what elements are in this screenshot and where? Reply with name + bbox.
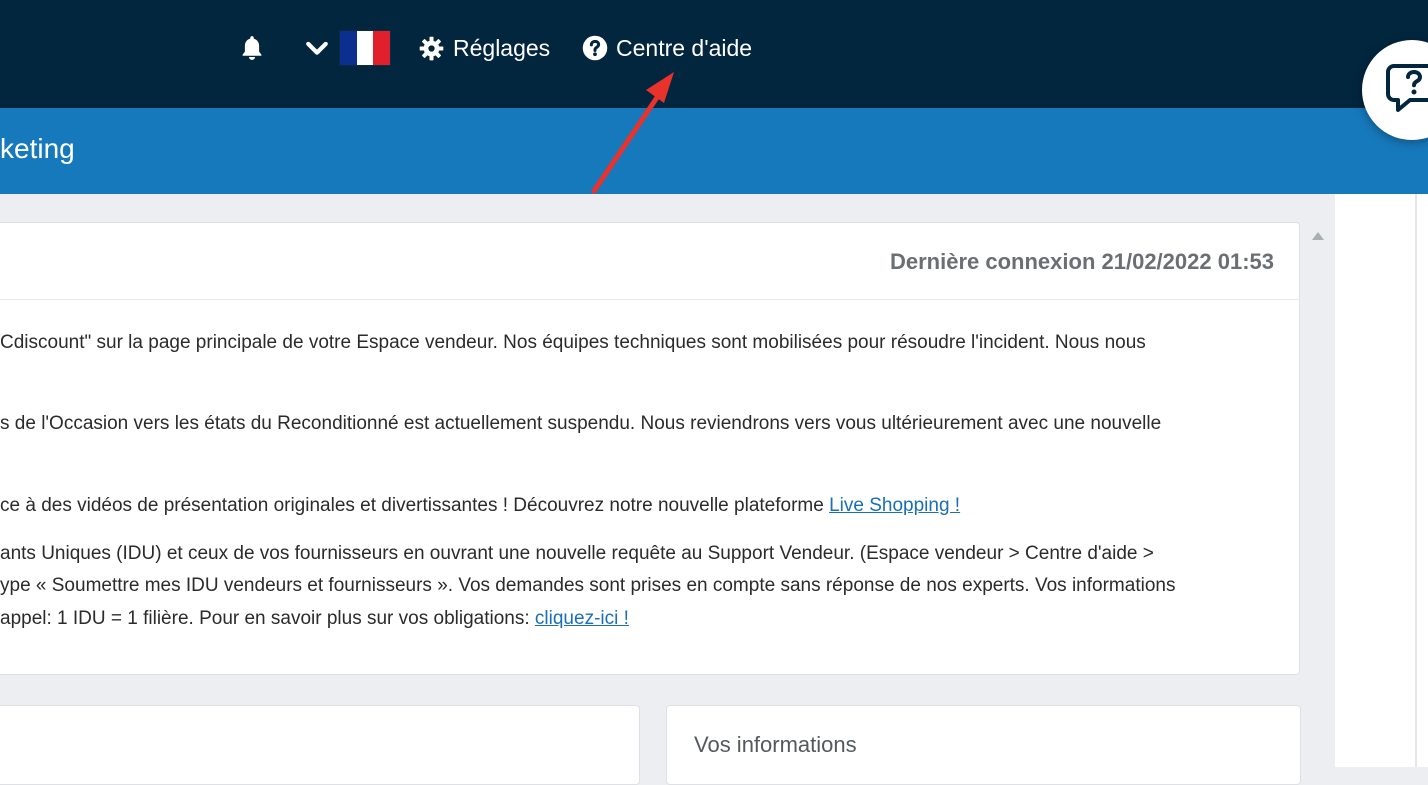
your-information-title: Vos informations: [694, 732, 857, 757]
chat-question-icon: [1386, 64, 1428, 112]
announcement-text: Cdiscount" sur la page principale de vot…: [0, 332, 1146, 353]
scroll-up-arrow[interactable]: [1312, 232, 1324, 240]
last-login-text: Dernière connexion 21/02/2022 01:53: [890, 249, 1274, 274]
help-center-label: Centre d'aide: [616, 34, 753, 61]
flag-stripe-white: [356, 31, 374, 65]
scrollbar-track[interactable]: [1305, 222, 1333, 767]
question-circle-icon: [582, 35, 608, 61]
chevron-down-icon: [306, 41, 328, 55]
account-dropdown-button[interactable]: [303, 30, 331, 66]
right-sidebar-divider: [1415, 194, 1417, 767]
bell-icon: [242, 36, 262, 60]
obligations-link[interactable]: cliquez-ici !: [535, 608, 629, 629]
section-title: keting: [0, 133, 75, 164]
settings-link[interactable]: Réglages: [418, 30, 550, 66]
gear-icon: [419, 36, 444, 60]
flag-stripe-red: [373, 31, 391, 65]
announcement-text-part: appel: 1 IDU = 1 filière. Pour en savoir…: [0, 608, 535, 629]
announcement-text: ants Uniques (IDU) et ceux de vos fourni…: [0, 543, 1154, 564]
announcement-text-part: ce à des vidéos de présentation original…: [0, 495, 830, 516]
announcement-text: s de l'Occasion vers les états du Recond…: [0, 413, 1162, 434]
announcement-text: ce à des vidéos de présentation original…: [0, 495, 960, 517]
section-header-bar: [0, 108, 1428, 194]
announcement-text: appel: 1 IDU = 1 filière. Pour en savoir…: [0, 608, 629, 630]
panel-header-divider: [0, 299, 1300, 300]
flag-stripe-blue: [340, 31, 357, 65]
live-shopping-link[interactable]: Live Shopping !: [829, 495, 960, 516]
left-info-card: [0, 705, 640, 785]
settings-label: Réglages: [453, 34, 551, 61]
help-center-link[interactable]: Centre d'aide: [581, 30, 752, 66]
language-flag-button[interactable]: [339, 30, 391, 66]
announcement-text: ype « Soumettre mes IDU vendeurs et four…: [0, 575, 1176, 596]
notifications-button[interactable]: [237, 30, 267, 66]
